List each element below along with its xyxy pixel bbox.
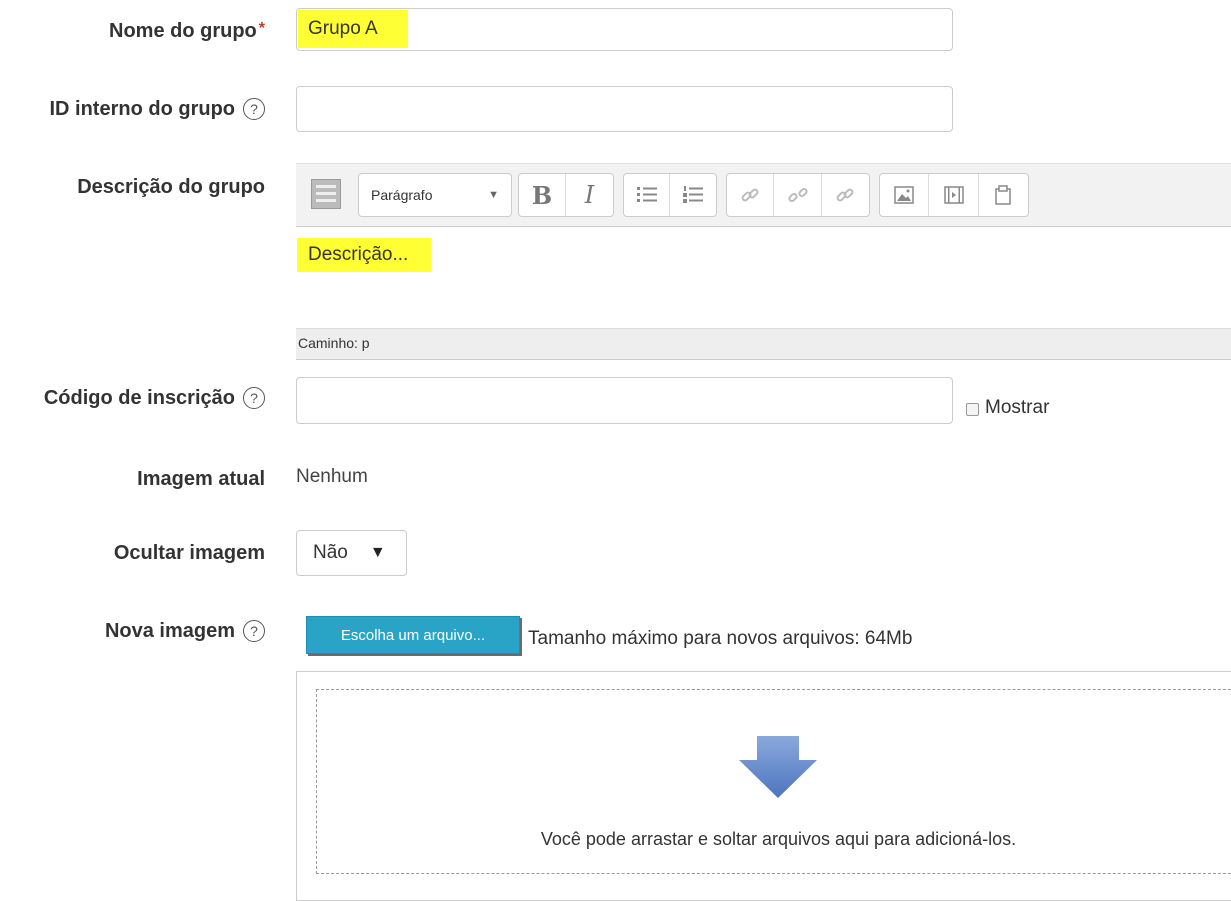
current-image-label-text: Imagem atual [137,467,265,490]
bold-icon[interactable]: B [519,174,567,216]
drop-zone-text: Você pode arrastar e soltar arquivos aqu… [540,829,1017,849]
required-marker: * [258,20,265,37]
arrow-down-icon [735,736,821,800]
unordered-list-icon[interactable] [624,174,671,216]
format-select[interactable]: Parágrafo ▼ [358,173,512,217]
group-id-label-text: ID interno do grupo [49,97,235,120]
hide-image-select[interactable]: Não ▼ [296,530,407,576]
show-key-label: Mostrar [985,397,1050,418]
new-image-label: Nova imagem ? [105,616,265,646]
description-editor[interactable]: Descrição... [296,226,1231,328]
collapse-toolbar-icon [311,179,341,209]
hide-image-value: Não [313,542,348,563]
image-icon[interactable] [880,174,930,216]
manage-files-icon[interactable] [979,174,1028,216]
description-label: Descrição do grupo [77,172,265,202]
italic-icon[interactable]: I [566,174,613,216]
group-name-input[interactable]: Grupo A [296,8,953,51]
hide-image-label-text: Ocultar imagem [113,541,265,564]
question-circle-icon[interactable]: ? [243,98,265,120]
media-icon[interactable] [929,174,979,216]
editor-toolbar: Parágrafo ▼ B I [296,163,1231,226]
collapse-toolbar-button[interactable] [302,173,350,217]
text-style-group: B I [518,173,614,217]
choose-file-button[interactable]: Escolha um arquivo... [306,616,520,654]
group-id-input[interactable] [296,86,953,132]
current-image-label: Imagem atual [137,464,265,494]
group-name-label: Nome do grupo * [109,16,265,46]
unlink-icon[interactable] [774,174,822,216]
question-circle-icon[interactable]: ? [243,620,265,642]
manage-links-icon[interactable] [822,174,869,216]
link-group [726,173,870,217]
group-name-value: Grupo A [298,10,408,48]
description-content: Descrição... [297,238,431,272]
editor-path-bar: Caminho: p [296,328,1231,360]
chevron-down-icon: ▼ [369,544,386,561]
max-file-size-text: Tamanho máximo para novos arquivos: 64Mb [528,628,913,649]
enrolment-key-label: Código de inscrição ? [44,383,265,413]
ordered-list-icon[interactable] [670,174,716,216]
media-group [879,173,1029,217]
hide-image-label: Ocultar imagem [114,538,265,568]
current-image-value: Nenhum [296,466,368,487]
editor-path: Caminho: p [298,335,370,351]
enrolment-key-input[interactable] [296,377,953,424]
file-drop-zone[interactable]: Você pode arrastar e soltar arquivos aqu… [316,689,1231,874]
group-name-label-text: Nome do grupo [109,19,257,42]
enrolment-key-label-text: Código de inscrição [43,386,235,409]
question-circle-icon[interactable]: ? [243,387,265,409]
show-key-checkbox[interactable] [966,403,979,416]
group-id-label: ID interno do grupo ? [49,94,265,124]
new-image-label-text: Nova imagem [104,619,235,642]
list-group [623,173,717,217]
link-icon[interactable] [727,174,775,216]
chevron-down-icon: ▼ [488,189,499,201]
format-select-value: Parágrafo [371,187,433,203]
description-label-text: Descrição do grupo [77,175,265,198]
